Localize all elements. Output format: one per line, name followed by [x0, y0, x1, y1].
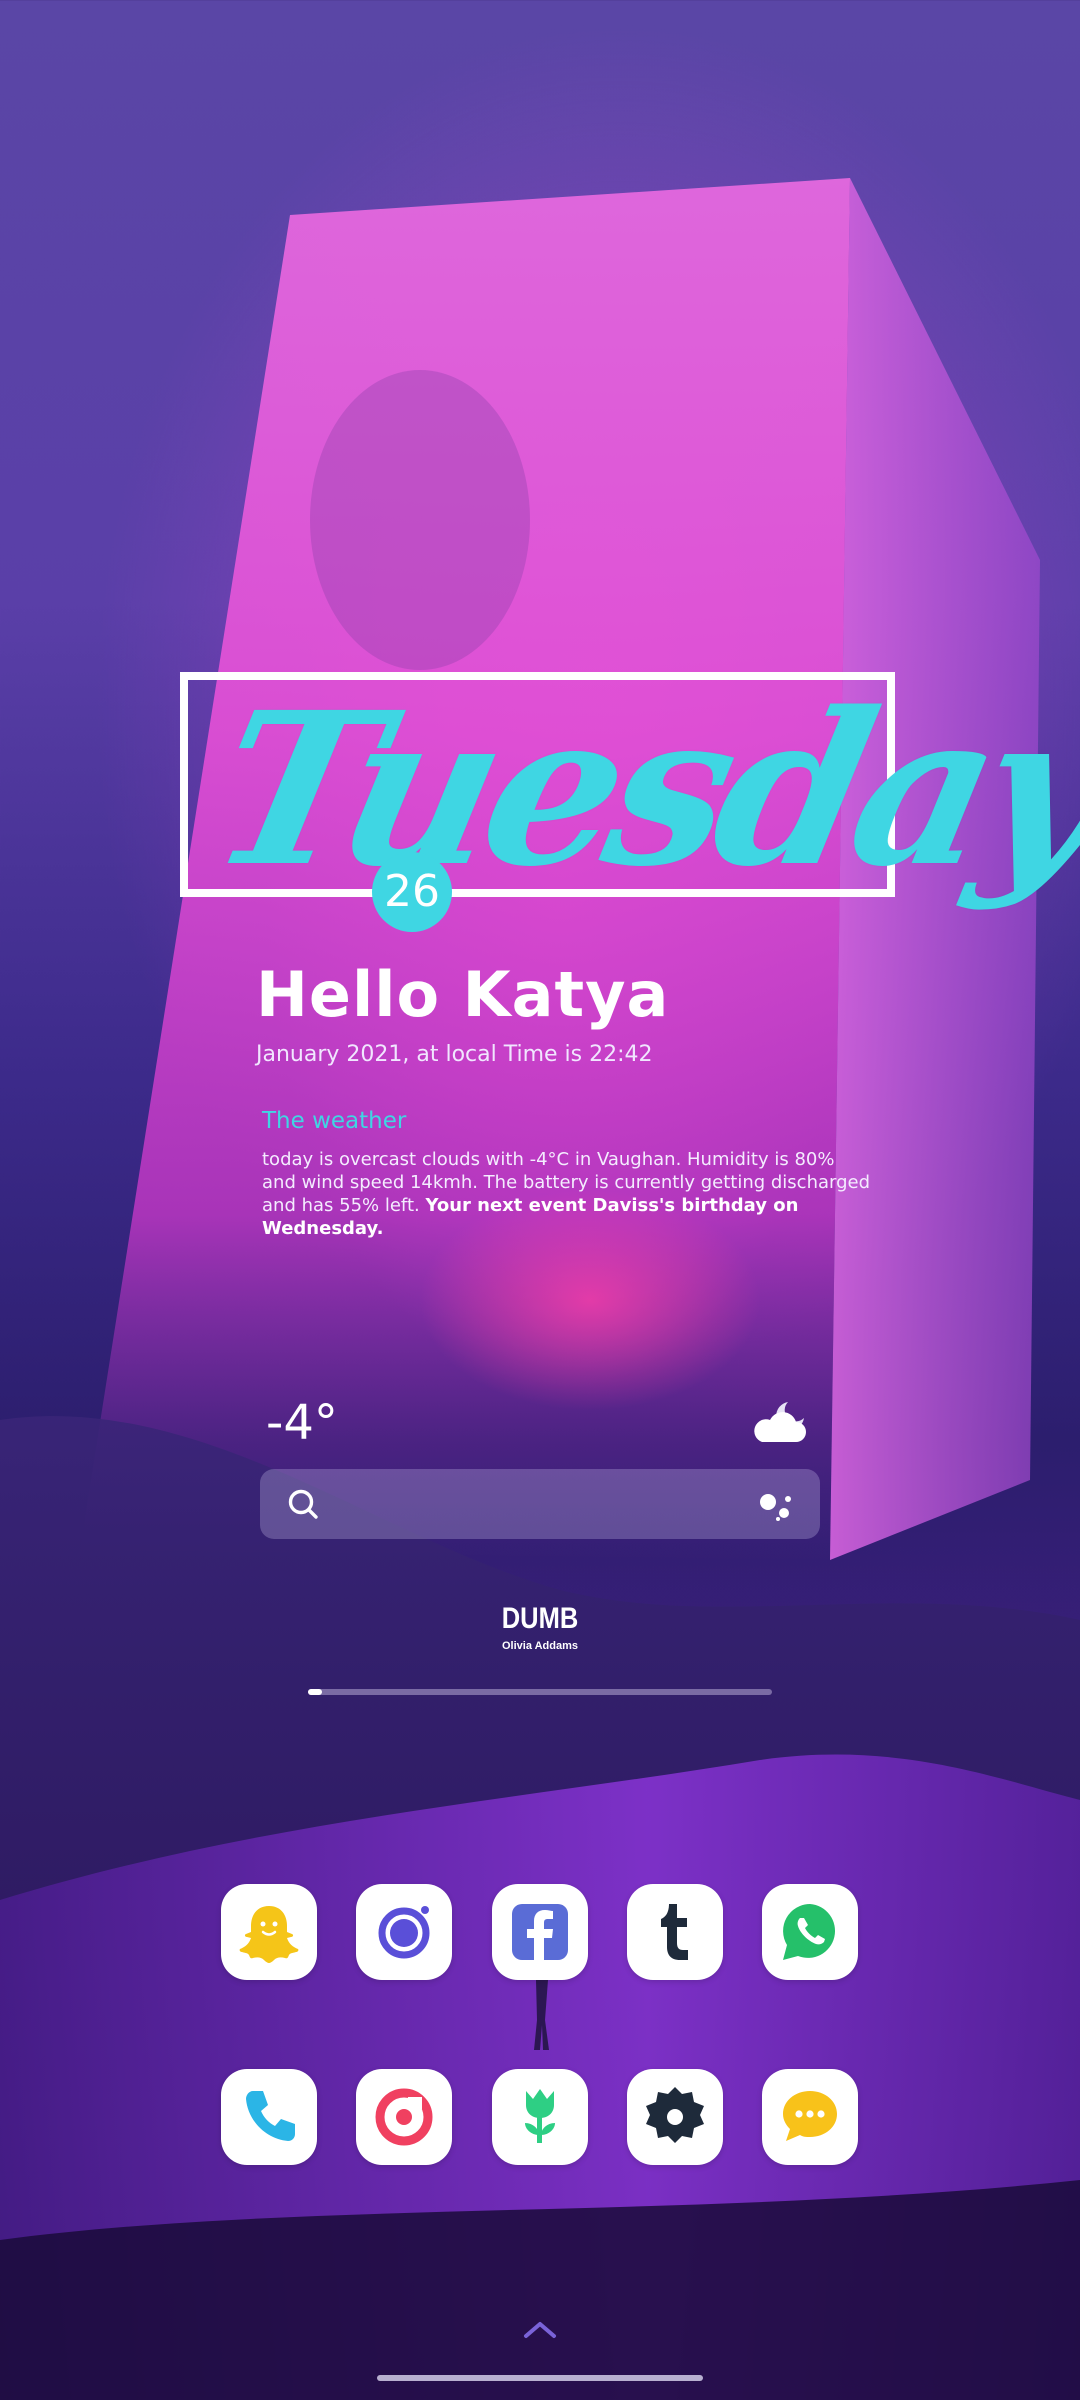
app-drawer-chevron-up-icon[interactable] — [522, 2318, 558, 2340]
ghost-icon — [239, 1906, 299, 1963]
app-gallery[interactable] — [492, 2069, 588, 2165]
facebook-icon — [512, 1904, 568, 1960]
song-artist: Olivia Addams — [501, 1640, 578, 1652]
tulip-icon — [525, 2089, 555, 2143]
datetime-text: January 2021, at local Time is 22:42 — [256, 1042, 653, 1067]
google-assistant-icon[interactable] — [756, 1489, 796, 1523]
app-tumblr[interactable] — [627, 1884, 723, 1980]
song-progress-bar[interactable] — [308, 1689, 772, 1695]
app-settings[interactable] — [627, 2069, 723, 2165]
day-name: Tuesday — [193, 666, 1080, 913]
weather-title: The weather — [262, 1108, 407, 1134]
gesture-nav-handle[interactable] — [377, 2375, 703, 2381]
weather-description: today is overcast clouds with -4°C in Va… — [262, 1148, 872, 1240]
app-snapchat[interactable] — [221, 1884, 317, 1980]
app-camera[interactable] — [356, 1884, 452, 1980]
app-messages[interactable] — [762, 2069, 858, 2165]
app-facebook[interactable] — [492, 1884, 588, 1980]
lens-icon — [378, 1906, 430, 1959]
app-whatsapp[interactable] — [762, 1884, 858, 1980]
phone-icon — [246, 2091, 295, 2141]
app-music[interactable] — [356, 2069, 452, 2165]
song-title[interactable]: DUMB — [81, 1602, 999, 1636]
music-icon — [375, 2088, 433, 2146]
cloudy-night-icon[interactable] — [748, 1398, 808, 1446]
tumblr-icon — [661, 1904, 688, 1960]
song-progress-fill — [308, 1689, 322, 1695]
chat-icon — [783, 2091, 837, 2141]
day-number-badge: 26 — [372, 852, 452, 932]
greeting-text: Hello Katya — [256, 958, 670, 1031]
search-bar[interactable] — [260, 1469, 820, 1539]
gear-icon — [646, 2087, 704, 2143]
app-phone[interactable] — [221, 2069, 317, 2165]
temperature-text[interactable]: -4° — [266, 1395, 338, 1451]
search-icon[interactable] — [286, 1487, 320, 1521]
whatsapp-icon — [783, 1904, 836, 1960]
